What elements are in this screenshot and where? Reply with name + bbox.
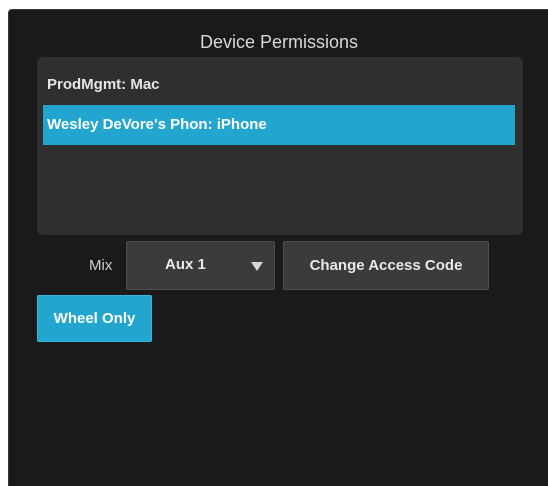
- wheel-only-toggle[interactable]: Wheel Only: [37, 295, 152, 342]
- device-item-wesley-iphone[interactable]: Wesley DeVore's Phon: iPhone: [43, 105, 515, 145]
- device-list: ProdMgmt: Mac Wesley DeVore's Phon: iPho…: [37, 57, 523, 235]
- chevron-down-icon: [251, 262, 263, 271]
- device-permissions-panel: Device Permissions ProdMgmt: Mac Wesley …: [8, 9, 548, 486]
- panel-title: Device Permissions: [199, 32, 359, 52]
- mix-selected-value: Aux 1: [165, 256, 206, 273]
- device-item-prodmgmt-mac[interactable]: ProdMgmt: Mac: [43, 65, 515, 105]
- change-access-code-button[interactable]: Change Access Code: [283, 241, 489, 290]
- mix-label: Mix: [89, 257, 113, 274]
- mix-select[interactable]: Aux 1: [126, 241, 275, 290]
